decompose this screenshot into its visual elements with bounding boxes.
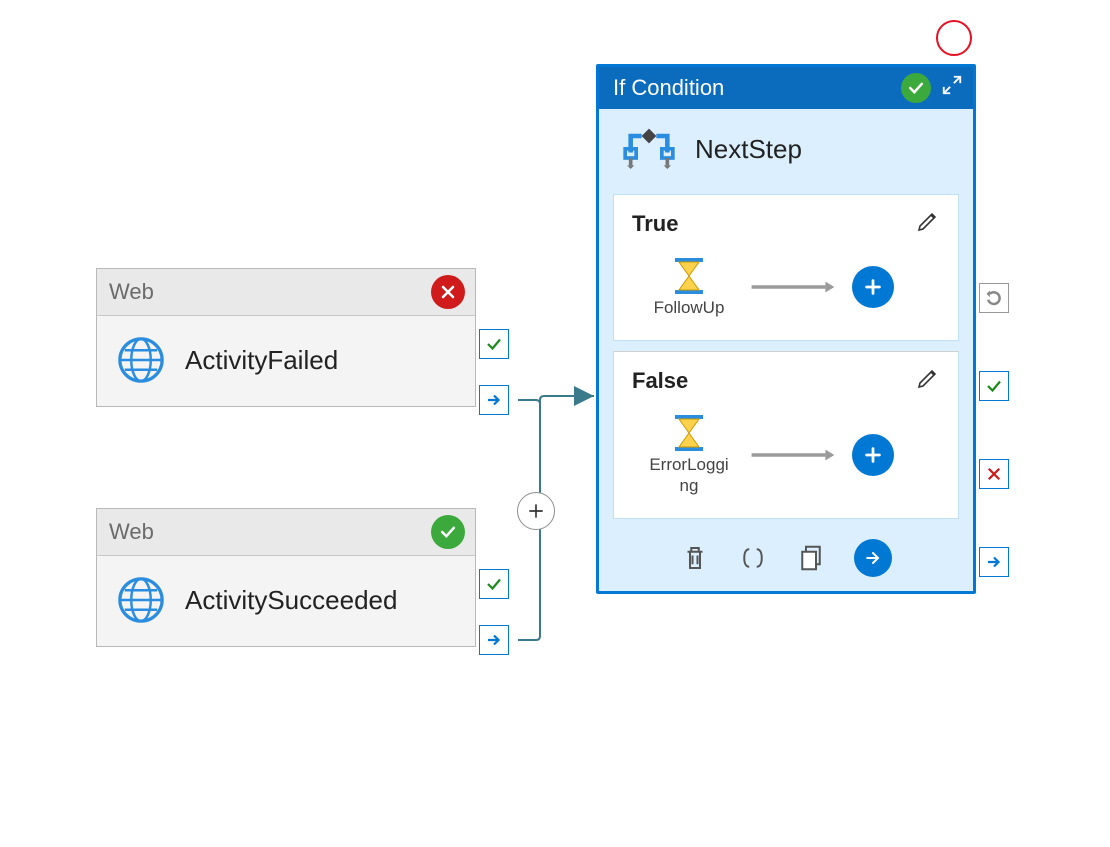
annotation-circle — [936, 20, 972, 56]
if-header-label: If Condition — [613, 75, 724, 101]
arrow-icon — [748, 275, 838, 299]
activity-header: Web — [97, 509, 475, 556]
wait-icon — [669, 256, 709, 296]
add-activity-button[interactable] — [517, 492, 555, 530]
if-condition-header: If Condition — [599, 67, 973, 109]
success-handle[interactable] — [979, 371, 1009, 401]
if-title-row: NextStep — [599, 109, 973, 184]
status-success-icon — [901, 73, 931, 103]
completion-handle[interactable] — [979, 547, 1009, 577]
false-branch: False ErrorLogging — [613, 351, 959, 519]
status-fail-icon — [431, 275, 465, 309]
activity-name-label: ActivityFailed — [185, 345, 338, 376]
edit-icon[interactable] — [916, 366, 940, 395]
true-branch: True FollowUp — [613, 194, 959, 341]
activity-succeeded[interactable]: Web ActivitySucceeded — [96, 508, 476, 647]
branch-flow: ErrorLogging — [614, 405, 958, 518]
success-handle[interactable] — [479, 329, 509, 359]
completion-handle[interactable] — [479, 625, 509, 655]
add-activity-button[interactable] — [852, 266, 894, 308]
branch-label-false: False — [632, 368, 688, 394]
code-icon[interactable] — [738, 543, 768, 573]
collapse-icon[interactable] — [941, 74, 963, 102]
globe-icon — [115, 334, 167, 386]
if-condition-icon — [617, 125, 681, 174]
globe-icon — [115, 574, 167, 626]
branch-label-true: True — [632, 211, 678, 237]
mini-activity-label: FollowUp — [654, 298, 725, 318]
undo-handle[interactable] — [979, 283, 1009, 313]
activity-header: Web — [97, 269, 475, 316]
mini-activity-errorlogging[interactable]: ErrorLogging — [644, 413, 734, 496]
go-button[interactable] — [854, 539, 892, 577]
success-handle[interactable] — [479, 569, 509, 599]
if-title-label: NextStep — [695, 134, 802, 165]
arrow-icon — [748, 443, 838, 467]
activity-body: ActivityFailed — [97, 316, 475, 406]
activity-type-label: Web — [109, 279, 154, 305]
activity-name-label: ActivitySucceeded — [185, 585, 397, 616]
fail-handle[interactable] — [979, 459, 1009, 489]
completion-handle[interactable] — [479, 385, 509, 415]
mini-activity-label: ErrorLogging — [645, 455, 733, 496]
mini-activity-followup[interactable]: FollowUp — [644, 256, 734, 318]
pipeline-canvas[interactable]: Web ActivityFailed Web — [0, 0, 1110, 847]
status-success-icon — [431, 515, 465, 549]
copy-icon[interactable] — [796, 543, 826, 573]
branch-flow: FollowUp — [614, 248, 958, 340]
add-activity-button[interactable] — [852, 434, 894, 476]
edit-icon[interactable] — [916, 209, 940, 238]
activity-type-label: Web — [109, 519, 154, 545]
delete-icon[interactable] — [680, 543, 710, 573]
activity-body: ActivitySucceeded — [97, 556, 475, 646]
if-condition-panel[interactable]: If Condition — [596, 64, 976, 594]
if-footer-toolbar — [599, 529, 973, 591]
wait-icon — [669, 413, 709, 453]
activity-failed[interactable]: Web ActivityFailed — [96, 268, 476, 407]
